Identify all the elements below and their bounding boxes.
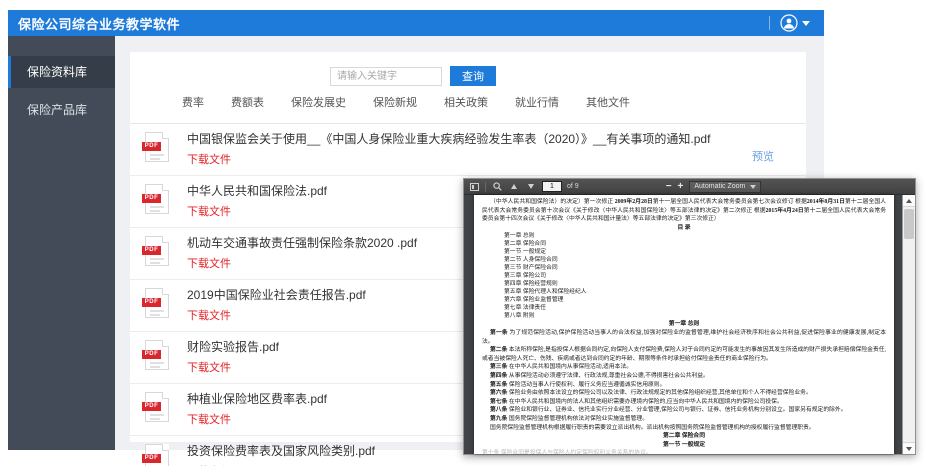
page-number-input[interactable] [542,181,562,192]
file-row: PDF 中国银保监会关于使用__《中国人身保险业重大疾病经验发生率表（2020）… [130,124,806,176]
preview-link[interactable]: 预览 [752,148,774,164]
pdf-file-icon: PDF [145,236,169,266]
pdf-toc: 第一章 总则第二章 保险合同第一节 一般规定第二节 人身保险合同第三节 财产保险… [482,232,886,320]
search-bar: 查询 [330,66,496,86]
pdf-intro-paragraph: （中华人民共和国保险法）的决定）第一次修正 2009年2月28日第十一届全国人民… [482,198,886,224]
scroll-down-button[interactable] [903,442,915,454]
card-header: 查询 费率 费额表 保险发展史 保险新规 相关政策 就业行情 其他文件 [130,52,806,124]
scroll-down-icon [906,447,912,451]
sidebar-item[interactable]: 保险资料库 [8,56,115,88]
category-tab[interactable]: 费率 [182,94,204,110]
header-divider [769,16,770,30]
pdf-scrollbar[interactable] [902,195,915,454]
download-file-link[interactable]: 下载文件 [187,359,231,375]
pdf-toolbar: of 9 − + Automatic Zoom [464,179,915,195]
download-file-link[interactable]: 下载文件 [187,411,231,427]
pdf-chapter2-title: 第二章 保险合同 [482,432,886,441]
category-tab[interactable]: 就业行情 [515,94,559,110]
download-file-link[interactable]: 下载文件 [187,255,231,271]
category-tab[interactable]: 其他文件 [586,94,630,110]
category-tab[interactable]: 保险发展史 [291,94,346,110]
pdf-file-icon: PDF [145,288,169,318]
arrow-down-icon [528,184,534,189]
category-tab[interactable]: 费额表 [231,94,264,110]
zoom-in-button[interactable]: + [678,182,684,192]
zoom-controls: − + Automatic Zoom [666,181,762,193]
search-icon [493,182,502,191]
zoom-select[interactable]: Automatic Zoom [689,181,761,193]
pdf-file-icon: PDF [145,132,169,162]
file-name: 中国银保监会关于使用__《中国人身保险业重大疾病经验发生率表（2020）》__有… [187,132,710,147]
file-name: 中华人民共和国保险法.pdf [187,184,327,199]
search-input[interactable] [330,67,442,86]
pdf-articles: 第一条 为了规范保险活动,保护保险活动当事人的合法权益,加强对保险业的监督管理,… [482,329,886,432]
find-button[interactable] [491,181,503,193]
sidebar-item-label: 保险资料库 [27,65,87,79]
pdf-file-icon: PDF [145,340,169,370]
previous-page-button[interactable] [508,181,520,193]
download-file-link[interactable]: 下载文件 [187,307,231,323]
page-count-label: of 9 [567,183,579,190]
pdf-page: （中华人民共和国保险法）的决定）第一次修正 2009年2月28日第十一届全国人民… [474,195,894,454]
toolbar-divider [485,182,486,192]
pdf-file-icon: PDF [145,392,169,422]
download-file-link[interactable]: 下载文件 [187,203,231,219]
sidebar: 保险资料库 保险产品库 [8,36,115,450]
sidebar-toggle-icon [470,183,479,191]
pdf-file-icon: PDF [145,184,169,214]
pdf-toc-title: 目 录 [482,224,886,233]
screen: 保险公司综合业务教学软件 保险资料库 保险产品库 [0,0,925,466]
file-name: 投资保险费率表及国家风险类别.pdf [187,444,375,459]
sidebar-item[interactable]: 保险产品库 [8,94,115,126]
category-tab[interactable]: 保险新规 [373,94,417,110]
user-menu-button[interactable] [776,12,814,34]
category-tabs: 费率 费额表 保险发展史 保险新规 相关政策 就业行情 其他文件 [182,94,630,110]
file-name: 种植业保险地区费率表.pdf [187,392,327,407]
header-user-area [769,12,814,34]
category-tab[interactable]: 相关政策 [444,94,488,110]
scrollbar-thumb[interactable] [904,209,914,239]
chevron-down-icon [750,185,756,189]
arrow-up-icon [511,184,517,189]
next-page-button[interactable] [525,181,537,193]
pdf-faded-line: 第十条 保险合同是投保人与保险人约定保险权利义务关系的协议。 [482,449,886,454]
pdf-viewer-window: of 9 − + Automatic Zoom （中华人民共和国保险法）的决定）… [463,178,916,455]
file-name: 机动车交通事故责任强制保险条款2020 .pdf [187,236,417,251]
scroll-up-button[interactable] [903,195,915,207]
search-button[interactable]: 查询 [450,66,496,86]
zoom-out-button[interactable]: − [666,182,672,192]
user-avatar-icon [780,14,798,32]
pdf-chapter1-title: 第一章 总则 [482,320,886,329]
download-file-link[interactable]: 下载文件 [187,151,231,167]
app-title: 保险公司综合业务教学软件 [18,14,180,33]
chevron-down-icon [802,21,810,26]
file-name: 财险实验报告.pdf [187,340,279,355]
pdf-section1-title: 第一节 一般规定 [482,441,886,450]
app-header: 保险公司综合业务教学软件 [8,10,824,36]
file-name: 2019中国保险业社会责任报告.pdf [187,288,366,303]
pdf-content-area: （中华人民共和国保险法）的决定）第一次修正 2009年2月28日第十一届全国人民… [464,195,902,454]
pdf-file-icon: PDF [145,444,169,466]
scroll-up-icon [906,199,912,203]
sidebar-item-label: 保险产品库 [27,103,87,117]
zoom-select-label: Automatic Zoom [694,183,745,190]
sidebar-toggle-button[interactable] [468,181,480,193]
